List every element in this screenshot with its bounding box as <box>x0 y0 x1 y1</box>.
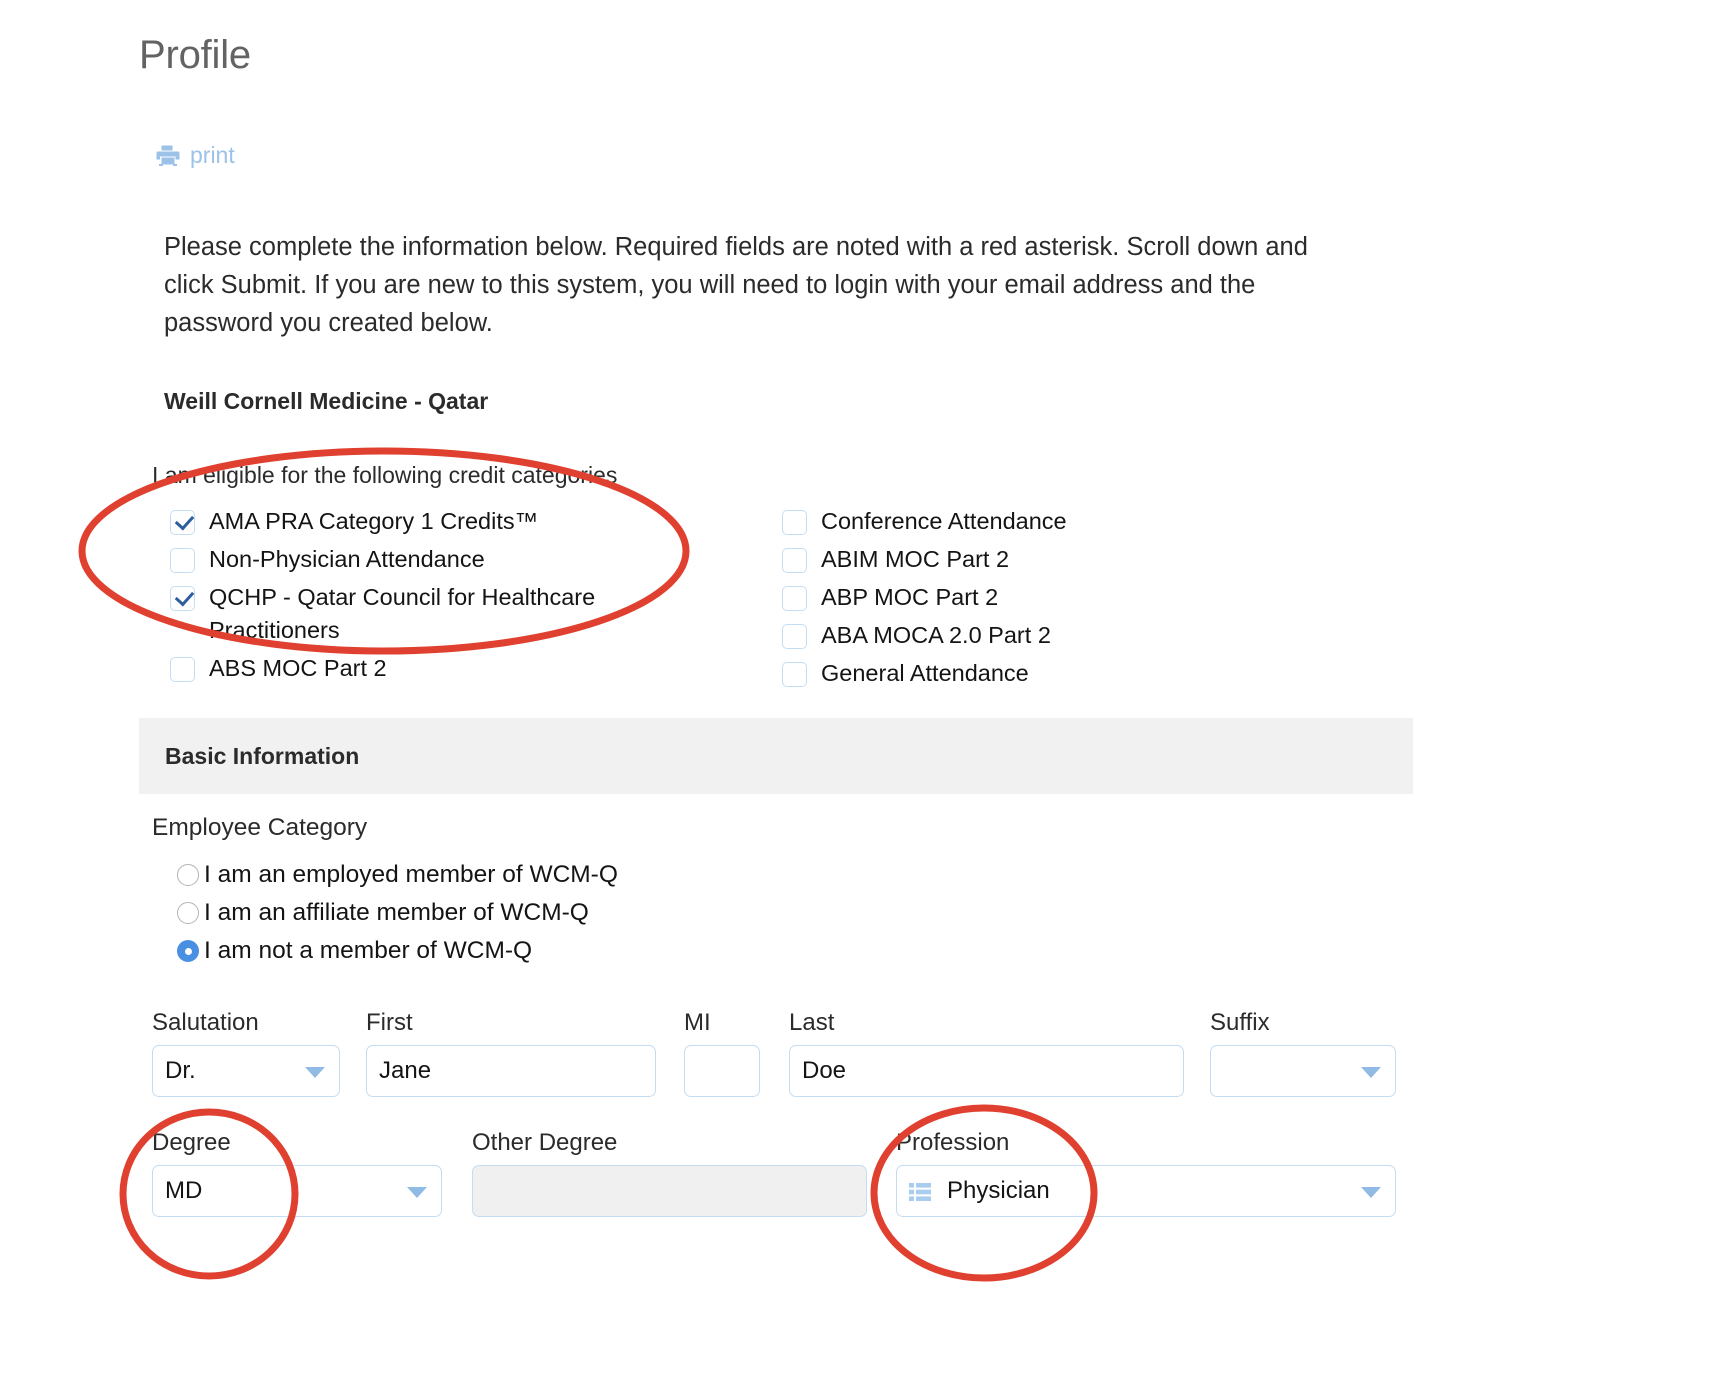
checkbox-non-physician-attendance[interactable] <box>170 548 195 573</box>
radio-label: I am not a member of WCM-Q <box>204 937 533 964</box>
checkbox-label: AMA PRA Category 1 Credits™ <box>209 508 539 534</box>
checkbox-row[interactable]: AMA PRA Category 1 Credits™ <box>170 505 640 538</box>
instructions-text: Please complete the information below. R… <box>164 233 1308 337</box>
checkbox-abim-moc-part-2[interactable] <box>782 548 807 573</box>
checkbox-ama-pra-category-1[interactable] <box>170 510 195 535</box>
field-label: First <box>366 1009 413 1036</box>
checkbox-label: Non-Physician Attendance <box>209 546 485 572</box>
chevron-down-icon <box>1361 1187 1381 1198</box>
field-degree: Degree MD <box>152 1128 442 1217</box>
checkbox-label: ABIM MOC Part 2 <box>821 546 1010 572</box>
checkbox-qchp[interactable] <box>170 586 195 611</box>
checkbox-row[interactable]: ABIM MOC Part 2 <box>782 543 1252 576</box>
radio-label: I am an affiliate member of WCM-Q <box>204 899 589 926</box>
profession-select[interactable]: Physician <box>896 1165 1396 1217</box>
degree-value: MD <box>165 1177 203 1204</box>
checkbox-general-attendance[interactable] <box>782 662 807 687</box>
checkbox-aba-moca-2-part-2[interactable] <box>782 624 807 649</box>
field-profession: Profession Physician <box>896 1128 1396 1217</box>
checkbox-abs-moc-part-2[interactable] <box>170 657 195 682</box>
last-name-value: Doe <box>802 1057 847 1084</box>
checkbox-label: General Attendance <box>821 660 1029 686</box>
checkbox-conference-attendance[interactable] <box>782 510 807 535</box>
section-title: Basic Information <box>165 742 360 769</box>
field-salutation: Salutation Dr. <box>152 1008 340 1097</box>
print-label: print <box>190 142 235 168</box>
middle-initial-input[interactable] <box>684 1045 760 1097</box>
radio-affiliate-member[interactable] <box>177 902 199 924</box>
other-degree-input[interactable] <box>472 1165 867 1217</box>
field-label: Other Degree <box>472 1129 618 1156</box>
field-other-degree: Other Degree <box>472 1128 867 1217</box>
radio-label: I am an employed member of WCM-Q <box>204 861 618 888</box>
field-label: Degree <box>152 1129 231 1156</box>
credit-categories-left-column: AMA PRA Category 1 Credits™ Non-Physicia… <box>170 505 640 690</box>
degree-select[interactable]: MD <box>152 1165 442 1217</box>
checkbox-row[interactable]: Non-Physician Attendance <box>170 543 640 576</box>
credit-categories-right-column: Conference Attendance ABIM MOC Part 2 AB… <box>782 505 1252 695</box>
credit-categories-label: I am eligible for the following credit c… <box>152 462 618 488</box>
employee-category-radio-group: I am an employed member of WCM-Q I am an… <box>177 860 618 974</box>
checkbox-row[interactable]: ABP MOC Part 2 <box>782 581 1252 614</box>
first-name-input[interactable]: Jane <box>366 1045 656 1097</box>
radio-row[interactable]: I am not a member of WCM-Q <box>177 936 618 966</box>
field-label: Last <box>789 1009 835 1036</box>
list-icon <box>909 1181 931 1201</box>
chevron-down-icon <box>407 1187 427 1198</box>
employee-category-label: Employee Category <box>152 814 368 841</box>
basic-information-section-header: Basic Information <box>139 718 1413 794</box>
salutation-select[interactable]: Dr. <box>152 1045 340 1097</box>
field-first-name: First Jane <box>366 1008 656 1097</box>
checkbox-row[interactable]: Conference Attendance <box>782 505 1252 538</box>
radio-employed-member[interactable] <box>177 864 199 886</box>
field-label: Suffix <box>1210 1009 1270 1036</box>
salutation-value: Dr. <box>165 1057 196 1084</box>
checkbox-label: QCHP - Qatar Council for Healthcare Prac… <box>209 584 596 643</box>
page-title: Profile <box>139 33 251 77</box>
checkbox-row[interactable]: ABS MOC Part 2 <box>170 652 640 685</box>
field-label: Profession <box>896 1129 1010 1156</box>
field-label: Salutation <box>152 1009 259 1036</box>
checkbox-label: ABA MOCA 2.0 Part 2 <box>821 622 1051 648</box>
checkbox-label: ABS MOC Part 2 <box>209 655 387 681</box>
last-name-input[interactable]: Doe <box>789 1045 1184 1097</box>
profile-page: Profile print Please complete the inform… <box>0 0 1732 1382</box>
radio-row[interactable]: I am an affiliate member of WCM-Q <box>177 898 618 928</box>
field-suffix: Suffix <box>1210 1008 1396 1097</box>
chevron-down-icon <box>1361 1067 1381 1078</box>
field-middle-initial: MI <box>684 1008 760 1097</box>
radio-not-a-member[interactable] <box>177 940 199 962</box>
organization-name: Weill Cornell Medicine - Qatar <box>164 388 489 414</box>
chevron-down-icon <box>305 1067 325 1078</box>
profession-value: Physician <box>947 1177 1050 1204</box>
printer-icon <box>155 142 181 168</box>
print-link[interactable]: print <box>155 142 235 168</box>
checkbox-label: ABP MOC Part 2 <box>821 584 999 610</box>
checkbox-row[interactable]: ABA MOCA 2.0 Part 2 <box>782 619 1252 652</box>
checkbox-row[interactable]: General Attendance <box>782 657 1252 690</box>
field-last-name: Last Doe <box>789 1008 1184 1097</box>
checkbox-row[interactable]: QCHP - Qatar Council for Healthcare Prac… <box>170 581 640 647</box>
checkbox-abp-moc-part-2[interactable] <box>782 586 807 611</box>
first-name-value: Jane <box>379 1057 432 1084</box>
radio-row[interactable]: I am an employed member of WCM-Q <box>177 860 618 890</box>
field-label: MI <box>684 1009 711 1036</box>
checkbox-label: Conference Attendance <box>821 508 1067 534</box>
suffix-select[interactable] <box>1210 1045 1396 1097</box>
